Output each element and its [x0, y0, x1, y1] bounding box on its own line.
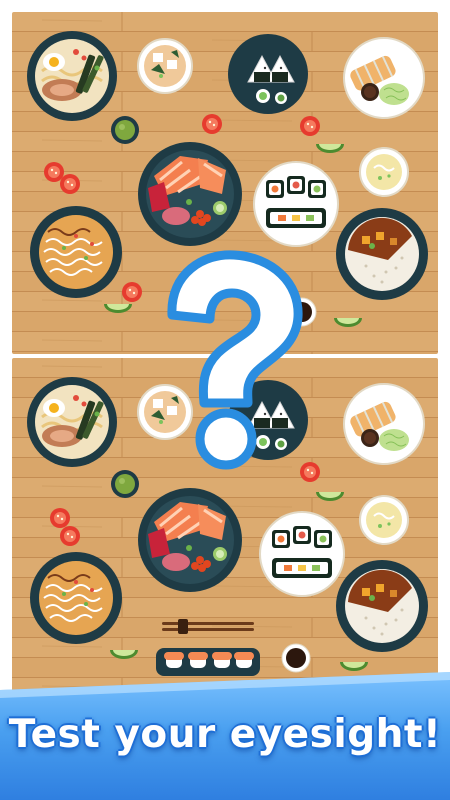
- tomato-slice[interactable]: [50, 508, 70, 528]
- egg-soup[interactable]: [359, 495, 409, 545]
- katsu-plate[interactable]: [343, 37, 425, 119]
- tomato-slice[interactable]: [300, 116, 320, 136]
- ramen-bowl[interactable]: [25, 375, 119, 469]
- yakisoba-bowl[interactable]: [29, 551, 123, 645]
- onigiri-plate[interactable]: [227, 33, 309, 115]
- yakisoba-bowl[interactable]: [29, 205, 123, 299]
- ramen-bowl[interactable]: [25, 29, 119, 123]
- tomato-slice[interactable]: [44, 162, 64, 182]
- hint-symbol: ?: [142, 243, 143, 244]
- tomato-slice[interactable]: [60, 174, 80, 194]
- curry-rice-bowl[interactable]: [336, 208, 428, 300]
- sashimi-bowl[interactable]: [136, 486, 244, 594]
- green-tea[interactable]: [111, 116, 139, 144]
- sushi-roll-plate[interactable]: [253, 161, 339, 247]
- curry-rice-bowl[interactable]: [336, 560, 428, 652]
- tomato-slice[interactable]: [60, 526, 80, 546]
- sashimi-bowl[interactable]: [136, 140, 244, 248]
- tomato-slice[interactable]: [202, 114, 222, 134]
- soy-sauce[interactable]: [281, 643, 311, 673]
- sushi-roll-plate[interactable]: [259, 511, 345, 597]
- egg-soup[interactable]: [359, 147, 409, 197]
- banner-title: Test your eyesight!: [8, 712, 442, 757]
- tofu-soup[interactable]: [137, 38, 193, 94]
- tomato-slice[interactable]: [122, 282, 142, 302]
- katsu-plate[interactable]: [343, 383, 425, 465]
- question-mark-icon: ?: [142, 243, 312, 475]
- green-tea[interactable]: [111, 470, 139, 498]
